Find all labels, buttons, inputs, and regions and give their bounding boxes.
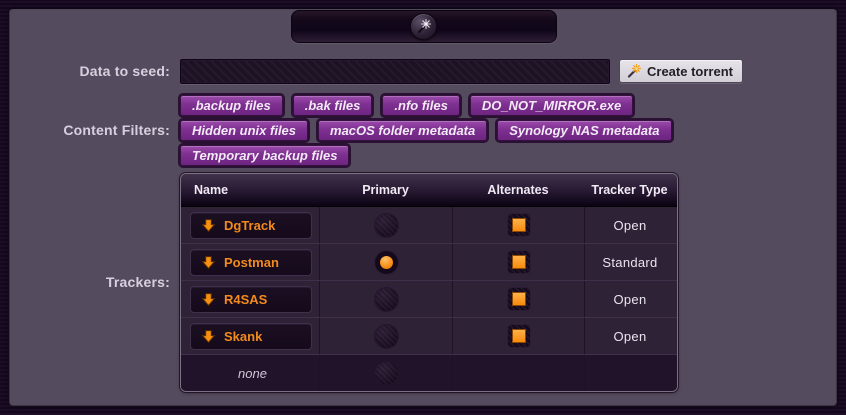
primary-radio[interactable] <box>375 251 398 274</box>
data-to-seed-label: Data to seed: <box>0 63 170 79</box>
tracker-name-cell: R4SAS <box>181 281 319 317</box>
content-filter-chip[interactable]: .nfo files <box>382 95 459 116</box>
content-filter-chip[interactable]: Synology NAS metadata <box>497 120 671 141</box>
tracker-row: DgTrack Open <box>181 207 677 243</box>
top-bar <box>291 10 557 43</box>
tracker-row: none <box>181 354 677 391</box>
tracker-name-button[interactable]: Postman <box>190 249 312 276</box>
trackers-table-header: Name Primary Alternates Tracker Type <box>181 174 677 207</box>
tracker-alternates-cell <box>452 244 584 280</box>
tracker-row: Skank Open <box>181 317 677 354</box>
tracker-primary-cell <box>319 281 452 317</box>
content-filter-chip-label: DO_NOT_MIRROR.exe <box>482 98 621 113</box>
magic-wand-icon <box>626 63 642 79</box>
download-arrow-icon <box>201 292 216 307</box>
tracker-primary-cell <box>319 355 452 391</box>
column-header-name: Name <box>181 174 319 206</box>
primary-radio[interactable] <box>375 362 398 385</box>
content-filter-chip[interactable]: macOS folder metadata <box>318 120 487 141</box>
primary-radio[interactable] <box>375 325 398 348</box>
tracker-name-label: Skank <box>224 329 262 344</box>
download-arrow-icon <box>201 218 216 233</box>
primary-radio[interactable] <box>375 214 398 237</box>
tracker-row: Postman Standard <box>181 243 677 280</box>
magic-wand-icon <box>415 18 432 35</box>
tracker-alternates-cell <box>452 207 584 243</box>
tracker-alternates-cell <box>452 318 584 354</box>
content-filter-chip-label: .bak files <box>305 98 361 113</box>
download-arrow-icon <box>201 255 216 270</box>
content-filter-chip-label: .nfo files <box>394 98 447 113</box>
alternates-checkbox[interactable] <box>508 325 530 347</box>
tracker-type-cell <box>584 355 675 391</box>
tracker-none-label: none <box>238 366 267 381</box>
data-to-seed-input[interactable] <box>180 59 610 84</box>
content-filter-chip[interactable]: DO_NOT_MIRROR.exe <box>470 95 633 116</box>
content-filter-chip[interactable]: .backup files <box>180 95 283 116</box>
magic-wand-knob-button[interactable] <box>410 13 437 40</box>
tracker-type-label: Open <box>613 292 646 307</box>
create-torrent-button[interactable]: Create torrent <box>619 59 743 83</box>
trackers-table-body: DgTrack Open Postman <box>181 207 677 391</box>
alternates-checkbox[interactable] <box>508 288 530 310</box>
tracker-type-label: Open <box>613 218 646 233</box>
tracker-name-label: Postman <box>224 255 279 270</box>
tracker-primary-cell <box>319 207 452 243</box>
tracker-name-cell: Postman <box>181 244 319 280</box>
tracker-type-cell: Open <box>584 281 675 317</box>
create-torrent-button-label: Create torrent <box>647 64 733 79</box>
trackers-table: Name Primary Alternates Tracker Type DgT… <box>180 173 678 392</box>
tracker-alternates-cell <box>452 281 584 317</box>
tracker-alternates-cell <box>452 355 584 391</box>
content-filter-chip-label: Hidden unix files <box>192 123 296 138</box>
tracker-name-cell: DgTrack <box>181 207 319 243</box>
content-filter-chip-label: macOS folder metadata <box>330 123 475 138</box>
tracker-name-button[interactable]: Skank <box>190 323 312 350</box>
tracker-type-label: Standard <box>602 255 657 270</box>
tracker-name-label: DgTrack <box>224 218 275 233</box>
tracker-type-cell: Open <box>584 207 675 243</box>
column-header-alternates: Alternates <box>452 174 584 206</box>
content-filters-chip-list: .backup files .bak files .nfo files DO_N… <box>180 95 720 166</box>
tracker-primary-cell <box>319 318 452 354</box>
tracker-name-cell: Skank <box>181 318 319 354</box>
download-arrow-icon <box>201 329 216 344</box>
content-filter-chip-label: Synology NAS metadata <box>509 123 659 138</box>
tracker-row: R4SAS Open <box>181 280 677 317</box>
content-filter-chip[interactable]: Hidden unix files <box>180 120 308 141</box>
content-filter-chip-label: Temporary backup files <box>192 148 337 163</box>
column-header-primary: Primary <box>319 174 452 206</box>
tracker-name-button[interactable]: DgTrack <box>190 212 312 239</box>
content-filter-chip-label: .backup files <box>192 98 271 113</box>
alternates-checkbox[interactable] <box>508 251 530 273</box>
column-header-tracker-type: Tracker Type <box>584 174 675 206</box>
content-filter-chip[interactable]: .bak files <box>293 95 373 116</box>
tracker-name-button[interactable]: R4SAS <box>190 286 312 313</box>
primary-radio[interactable] <box>375 288 398 311</box>
tracker-type-cell: Open <box>584 318 675 354</box>
tracker-type-label: Open <box>613 329 646 344</box>
content-filters-label: Content Filters: <box>0 122 170 138</box>
alternates-checkbox[interactable] <box>508 214 530 236</box>
tracker-type-cell: Standard <box>584 244 675 280</box>
content-filter-chip[interactable]: Temporary backup files <box>180 145 349 166</box>
tracker-primary-cell <box>319 244 452 280</box>
tracker-name-cell: none <box>181 355 319 391</box>
tracker-name-label: R4SAS <box>224 292 267 307</box>
trackers-label: Trackers: <box>0 274 170 290</box>
